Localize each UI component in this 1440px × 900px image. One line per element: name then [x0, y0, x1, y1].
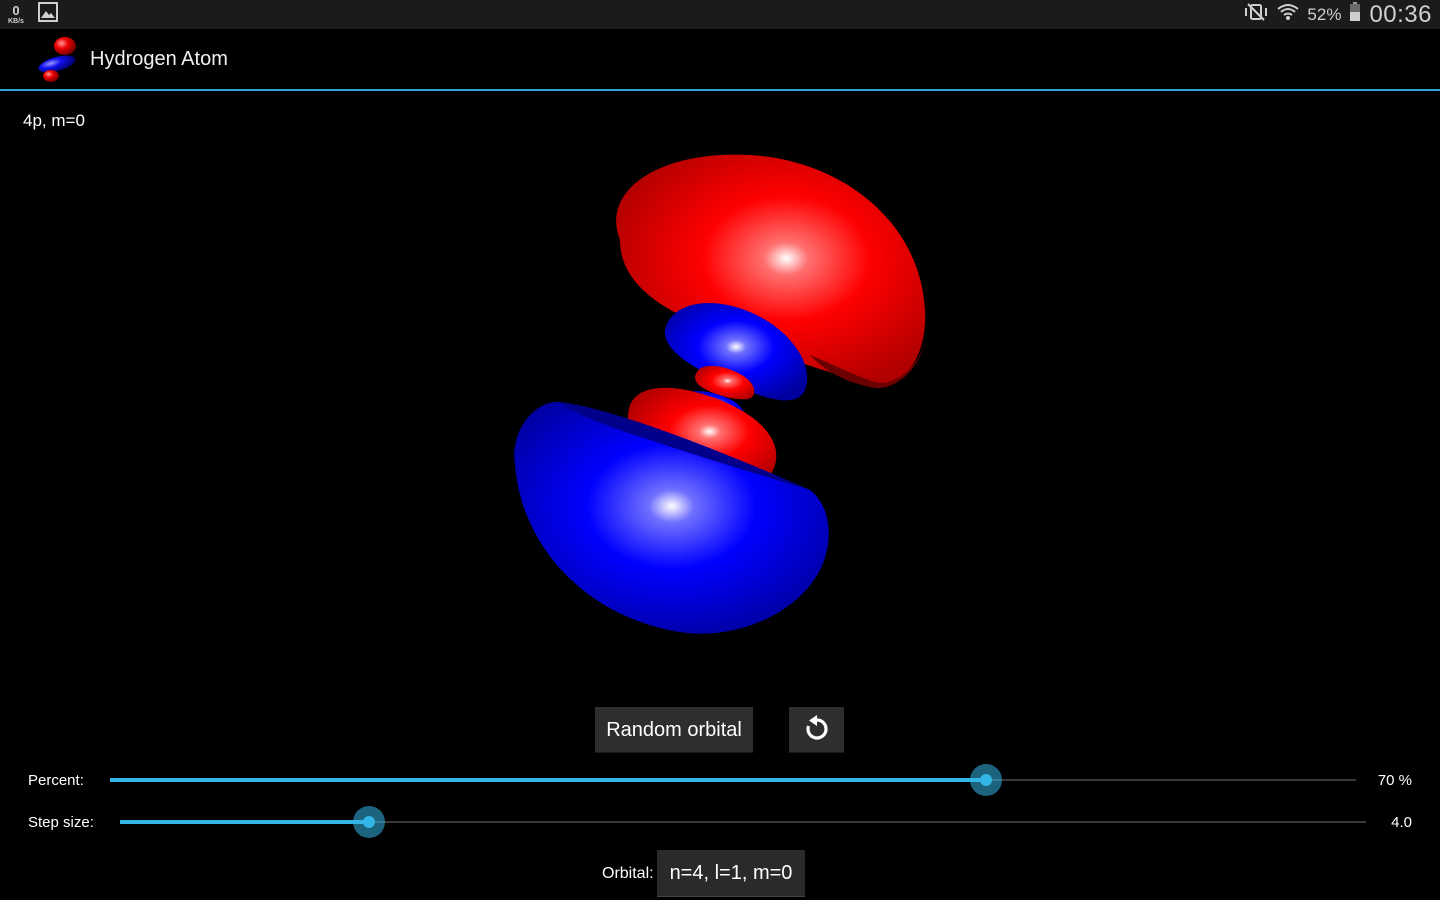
- step-size-label: Step size:: [28, 814, 94, 831]
- percent-slider-fill: [110, 778, 986, 782]
- orbital-lobe-bottom: [514, 401, 829, 634]
- wifi-icon: [1277, 2, 1300, 27]
- step-size-slider-fill: [120, 820, 369, 824]
- orbital-selector[interactable]: n=4, l=1, m=0: [657, 850, 805, 897]
- orbital-field-label: Orbital:: [602, 865, 654, 882]
- network-speed-unit: KB/s: [8, 18, 24, 25]
- rotate-ccw-icon: [803, 714, 831, 746]
- percent-slider[interactable]: [110, 764, 1356, 796]
- status-bar-left: 0 KB/s: [0, 0, 58, 29]
- network-speed-indicator: 0 KB/s: [8, 4, 24, 25]
- action-bar-divider: [0, 89, 1440, 91]
- orbital-app-icon[interactable]: [34, 33, 82, 85]
- status-bar: 0 KB/s 52% 00:36: [0, 0, 1440, 29]
- battery-percent: 52%: [1307, 4, 1342, 24]
- network-speed-value: 0: [12, 3, 20, 18]
- orbital-3d-view[interactable]: [480, 140, 960, 650]
- percent-value: 70 %: [1377, 772, 1412, 789]
- clock: 00:36: [1369, 0, 1432, 28]
- reset-button[interactable]: [789, 707, 844, 753]
- step-size-slider[interactable]: [120, 806, 1366, 838]
- random-orbital-button[interactable]: Random orbital: [595, 707, 753, 753]
- battery-icon: [1349, 2, 1361, 27]
- app-root: 0 KB/s 52% 00:36 Hydrogen Atom 4p, m=0 R…: [0, 0, 1440, 900]
- percent-slider-thumb[interactable]: [970, 764, 1002, 796]
- percent-label: Percent:: [28, 772, 84, 789]
- action-bar: Hydrogen Atom: [0, 29, 1440, 89]
- status-bar-right: 52% 00:36: [1243, 0, 1440, 29]
- step-size-value: 4.0: [1391, 814, 1412, 831]
- orbital-label: 4p, m=0: [23, 111, 85, 130]
- gallery-icon: [37, 2, 58, 27]
- step-size-slider-thumb[interactable]: [353, 806, 385, 838]
- mute-vibrate-icon: [1243, 2, 1269, 27]
- app-title: Hydrogen Atom: [90, 48, 228, 70]
